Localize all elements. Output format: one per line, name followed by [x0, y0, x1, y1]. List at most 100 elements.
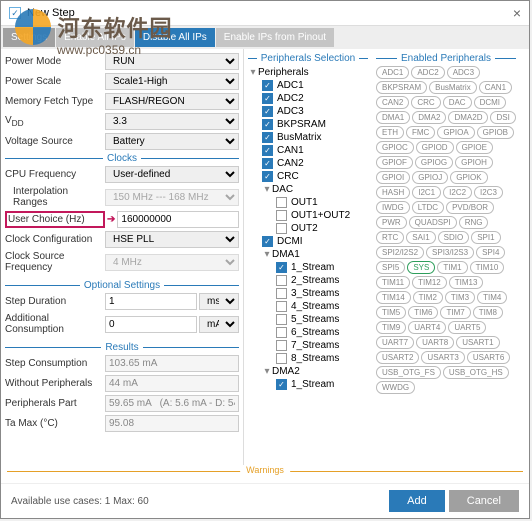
periph-chip[interactable]: GPIOD [416, 141, 454, 154]
periph-chip[interactable]: I2C2 [443, 186, 472, 199]
periph-chip[interactable]: USART2 [376, 351, 419, 364]
tree-label[interactable]: BusMatrix [277, 132, 321, 143]
periph-chip[interactable]: TIM14 [376, 291, 411, 304]
periph-chip[interactable]: TIM11 [376, 276, 410, 289]
periph-chip[interactable]: TIM5 [376, 306, 406, 319]
periph-chip[interactable]: UART7 [376, 336, 414, 349]
voltage-source-select[interactable]: Battery [105, 133, 239, 150]
tree-label[interactable]: OUT2 [291, 223, 318, 234]
tree-checkbox[interactable]: ✓ [262, 236, 273, 247]
tree-label[interactable]: CAN2 [277, 158, 304, 169]
tree-label[interactable]: 7_Streams [291, 340, 339, 351]
tree-checkbox[interactable]: ✓ [276, 262, 287, 273]
periph-chip[interactable]: GPIOG [415, 156, 453, 169]
periph-chip[interactable]: RTC [376, 231, 404, 244]
periph-chip[interactable]: DMA2D [448, 111, 488, 124]
periph-chip[interactable]: RNG [459, 216, 489, 229]
tree-checkbox[interactable] [276, 340, 287, 351]
periph-chip[interactable]: DMA1 [376, 111, 410, 124]
tree-twisty-icon[interactable]: ▾ [262, 249, 272, 260]
tree-label[interactable]: 2_Streams [291, 275, 339, 286]
periph-chip[interactable]: SPI3/I2S3 [426, 246, 474, 259]
periph-chip[interactable]: USB_OTG_FS [376, 366, 441, 379]
periph-chip[interactable]: PVD/BOR [446, 201, 494, 214]
tree-checkbox[interactable] [276, 197, 287, 208]
tree-label[interactable]: ADC2 [277, 93, 304, 104]
power-mode-select[interactable]: RUN [105, 53, 239, 70]
step-duration-unit[interactable]: ms [199, 293, 239, 310]
periph-chip[interactable]: GPIOI [376, 171, 410, 184]
tree-label[interactable]: BKPSRAM [277, 119, 326, 130]
tree-checkbox[interactable]: ✓ [262, 158, 273, 169]
tree-label[interactable]: OUT1 [291, 197, 318, 208]
tree-checkbox[interactable] [276, 301, 287, 312]
tree-checkbox[interactable]: ✓ [262, 119, 273, 130]
periph-chip[interactable]: CAN2 [376, 96, 409, 109]
periph-chip[interactable]: I2C3 [474, 186, 503, 199]
periph-chip[interactable]: GPIOB [477, 126, 514, 139]
cancel-button[interactable]: Cancel [449, 490, 519, 512]
periph-chip[interactable]: GPIOA [437, 126, 474, 139]
periph-chip[interactable]: GPIOC [376, 141, 414, 154]
periph-chip[interactable]: TIM2 [413, 291, 443, 304]
periph-chip[interactable]: TIM1 [437, 261, 467, 274]
periph-chip[interactable]: USART6 [467, 351, 510, 364]
add-button[interactable]: Add [389, 490, 445, 512]
tree-label[interactable]: 3_Streams [291, 288, 339, 299]
tree-twisty-icon[interactable]: ▾ [262, 184, 272, 195]
periph-chip[interactable]: GPIOF [376, 156, 413, 169]
periph-chip[interactable]: TIM3 [445, 291, 475, 304]
enable-all-button[interactable]: Enable All IPs [56, 28, 134, 47]
periph-chip[interactable]: USART1 [456, 336, 499, 349]
periph-chip[interactable]: TIM12 [412, 276, 447, 289]
periph-chip[interactable]: TIM4 [477, 291, 507, 304]
tree-checkbox[interactable] [276, 353, 287, 364]
tree-checkbox[interactable] [276, 288, 287, 299]
tree-checkbox[interactable]: ✓ [276, 379, 287, 390]
tree-checkbox[interactable]: ✓ [262, 80, 273, 91]
tree-label[interactable]: DMA2 [272, 366, 300, 377]
periph-chip[interactable]: DAC [443, 96, 472, 109]
tree-label[interactable]: 4_Streams [291, 301, 339, 312]
tree-label[interactable]: 5_Streams [291, 314, 339, 325]
tree-checkbox[interactable]: ✓ [262, 132, 273, 143]
periph-chip[interactable]: SPI1 [471, 231, 500, 244]
periph-chip[interactable]: TIM13 [449, 276, 484, 289]
tree-label[interactable]: OUT1+OUT2 [291, 210, 350, 221]
periph-chip[interactable]: SPI2/I2S2 [376, 246, 424, 259]
periph-chip[interactable]: LTDC [412, 201, 444, 214]
periph-chip[interactable]: I2C1 [412, 186, 441, 199]
vdd-select[interactable]: 3.3 [105, 113, 239, 130]
user-choice-input[interactable] [117, 211, 239, 228]
periph-chip[interactable]: BKPSRAM [376, 81, 427, 94]
add-cons-unit[interactable]: mA [199, 316, 239, 333]
tree-checkbox[interactable]: ✓ [262, 145, 273, 156]
step-duration-input[interactable] [105, 293, 197, 310]
periph-chip[interactable]: GPIOH [455, 156, 493, 169]
periph-chip[interactable]: SPI4 [476, 246, 505, 259]
periph-chip[interactable]: ADC2 [411, 66, 444, 79]
tree-label[interactable]: CRC [277, 171, 299, 182]
periph-chip[interactable]: USART3 [421, 351, 464, 364]
periph-chip[interactable]: CRC [411, 96, 440, 109]
periph-chip[interactable]: UART8 [416, 336, 454, 349]
periph-chip[interactable]: ETH [376, 126, 404, 139]
periph-chip[interactable]: SPI5 [376, 261, 405, 274]
periph-chip[interactable]: USB_OTG_HS [443, 366, 509, 379]
periph-chip[interactable]: IWDG [376, 201, 410, 214]
tree-checkbox[interactable] [276, 314, 287, 325]
tree-checkbox[interactable]: ✓ [262, 93, 273, 104]
tree-checkbox[interactable] [276, 275, 287, 286]
periph-chip[interactable]: SAI1 [406, 231, 435, 244]
periph-chip[interactable]: GPIOK [450, 171, 487, 184]
periph-chip[interactable]: FMC [406, 126, 435, 139]
clock-cfg-select[interactable]: HSE PLL [105, 231, 239, 248]
tree-label[interactable]: DAC [272, 184, 293, 195]
periph-chip[interactable]: CAN1 [479, 81, 512, 94]
periph-chip[interactable]: GPIOJ [412, 171, 448, 184]
tree-checkbox[interactable]: ✓ [262, 171, 273, 182]
periph-chip[interactable]: HASH [376, 186, 410, 199]
periph-chip[interactable]: ADC1 [376, 66, 409, 79]
periph-chip[interactable]: PWR [376, 216, 407, 229]
tree-checkbox[interactable] [276, 223, 287, 234]
